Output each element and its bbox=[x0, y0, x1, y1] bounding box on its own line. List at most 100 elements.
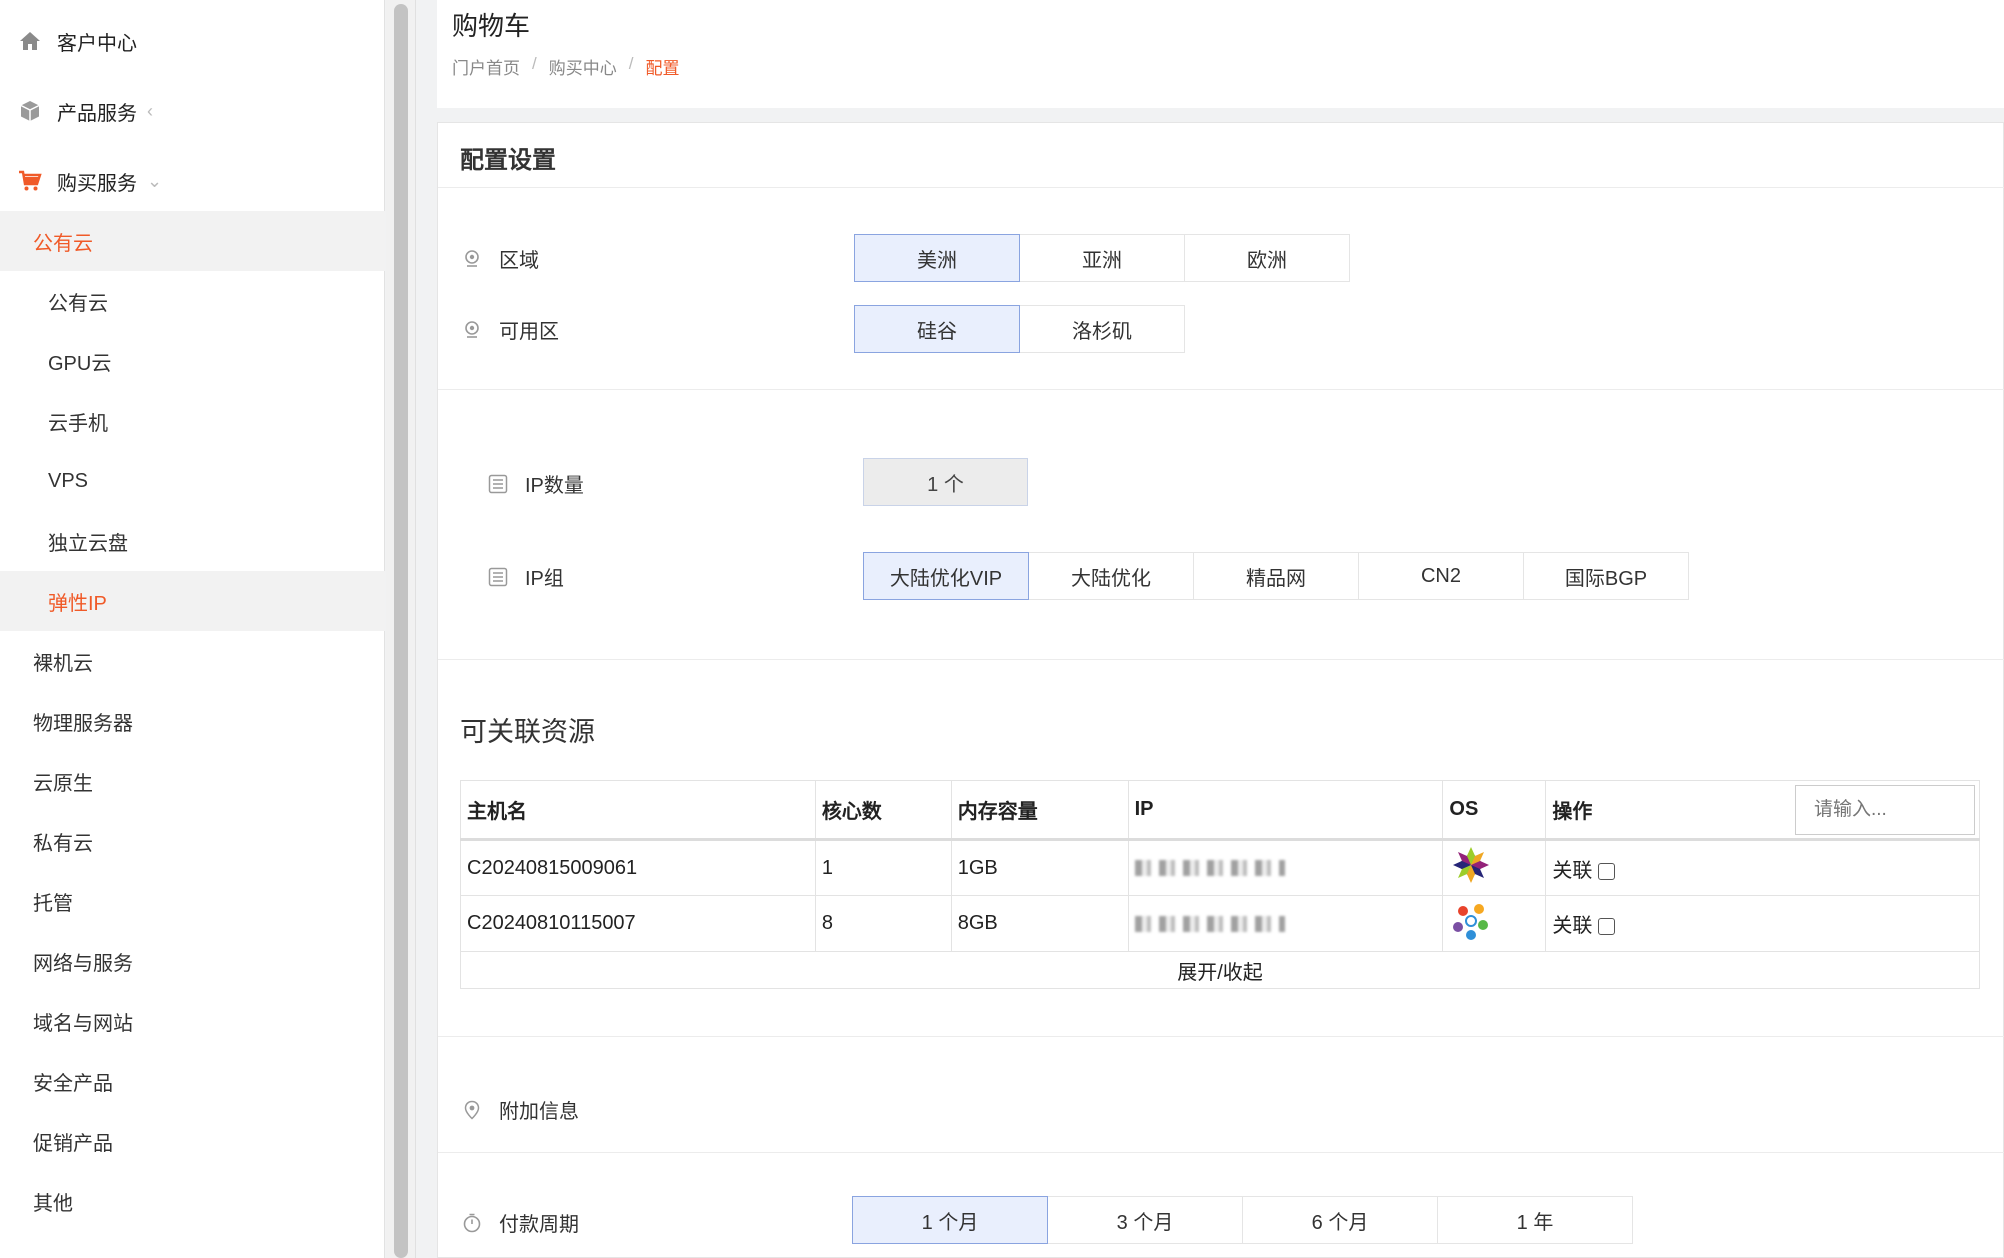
breadcrumb-separator: / bbox=[628, 54, 634, 73]
sidebar-item-label: 裸机云 bbox=[33, 652, 93, 675]
sidebar-item-bare-metal[interactable]: 裸机云 bbox=[0, 631, 385, 691]
ip-group-option-cn2[interactable]: CN2 bbox=[1358, 552, 1524, 600]
chevron-down-icon: ⌄ bbox=[147, 170, 163, 191]
table-row: C20240815009061 1 1GB 关联 bbox=[460, 839, 1980, 896]
cell-cores: 8 bbox=[814, 895, 952, 952]
timer-icon bbox=[462, 1213, 482, 1233]
box-icon bbox=[17, 98, 43, 124]
ip-group-option-mainland[interactable]: 大陆优化 bbox=[1028, 552, 1194, 600]
sidebar-item-product-services[interactable]: 产品服务 ‹ bbox=[0, 81, 385, 141]
extra-info-label: 附加信息 bbox=[462, 1095, 579, 1124]
sidebar-item-public-cloud[interactable]: 公有云 bbox=[0, 271, 385, 331]
centos-icon bbox=[1449, 847, 1493, 892]
sidebar-item-label: 云原生 bbox=[33, 772, 93, 795]
divider bbox=[438, 389, 2004, 390]
sidebar-item-label: 云手机 bbox=[48, 412, 108, 435]
cell-ip bbox=[1127, 895, 1444, 952]
payment-option-1-month[interactable]: 1 个月 bbox=[852, 1196, 1048, 1244]
sidebar-item-label: 独立云盘 bbox=[48, 532, 128, 555]
config-panel bbox=[437, 122, 2004, 1258]
sidebar-item-security[interactable]: 安全产品 bbox=[0, 1051, 385, 1111]
zone-label-text: 可用区 bbox=[499, 321, 559, 343]
associate-checkbox[interactable] bbox=[1598, 862, 1616, 880]
region-option-asia[interactable]: 亚洲 bbox=[1019, 234, 1185, 282]
cell-hostname: C20240815009061 bbox=[460, 839, 816, 896]
page-title: 购物车 bbox=[452, 11, 531, 41]
region-option-europe[interactable]: 欧洲 bbox=[1184, 234, 1350, 282]
sidebar-item-public-cloud-group[interactable]: 公有云 bbox=[0, 211, 385, 271]
redacted-ip bbox=[1134, 915, 1285, 932]
sidebar-item-cloud-native[interactable]: 云原生 bbox=[0, 751, 385, 811]
sidebar-item-cloud-disk[interactable]: 独立云盘 bbox=[0, 511, 385, 571]
sidebar-item-elastic-ip[interactable]: 弹性IP bbox=[0, 571, 385, 631]
payment-cycle-label: 付款周期 bbox=[462, 1208, 579, 1237]
column-memory[interactable]: 内存容量 bbox=[950, 780, 1129, 841]
associate-checkbox[interactable] bbox=[1598, 918, 1616, 936]
cell-os bbox=[1442, 839, 1547, 896]
scrollbar-thumb[interactable] bbox=[394, 4, 408, 1258]
sidebar-item-physical-server[interactable]: 物理服务器 bbox=[0, 691, 385, 751]
expand-row: 展开/收起 bbox=[460, 951, 1980, 989]
sidebar-item-customer-center[interactable]: 客户中心 bbox=[0, 11, 385, 71]
sidebar-item-label: VPS bbox=[48, 469, 89, 492]
payment-option-3-months[interactable]: 3 个月 bbox=[1047, 1196, 1243, 1244]
column-ip[interactable]: IP bbox=[1127, 780, 1444, 841]
ip-group-option-premium[interactable]: 精品网 bbox=[1193, 552, 1359, 600]
breadcrumb-purchase-center[interactable]: 购买中心 bbox=[549, 54, 617, 79]
ip-group-option-mainland-vip[interactable]: 大陆优化VIP bbox=[863, 552, 1029, 600]
sidebar-item-label: 购买服务 bbox=[57, 172, 137, 195]
expand-collapse-toggle[interactable]: 展开/收起 bbox=[460, 951, 1980, 989]
column-os[interactable]: OS bbox=[1442, 780, 1547, 841]
sidebar-item-label: 客户中心 bbox=[57, 32, 137, 55]
sidebar-item-purchase-services[interactable]: 购买服务 ⌄ bbox=[0, 151, 385, 211]
location-pin-icon bbox=[462, 249, 482, 269]
sidebar-item-gpu-cloud[interactable]: GPU云 bbox=[0, 331, 385, 391]
breadcrumb: 门户首页 / 购买中心 / 配置 bbox=[452, 54, 679, 79]
chevron-left-icon: ‹ bbox=[147, 100, 153, 121]
table-row: C20240810115007 8 8GB 关联 bbox=[460, 895, 1980, 952]
cell-memory: 1GB bbox=[950, 839, 1129, 896]
sidebar-item-promotions[interactable]: 促销产品 bbox=[0, 1111, 385, 1171]
sidebar: 客户中心 产品服务 ‹ 购买服务 ⌄ 公有云 公有云 GPU云 云手机 VPS … bbox=[0, 0, 385, 1258]
home-icon bbox=[17, 28, 43, 54]
sidebar-item-domain[interactable]: 域名与网站 bbox=[0, 991, 385, 1051]
sidebar-item-label: 弹性IP bbox=[48, 592, 107, 615]
sidebar-item-label: 网络与服务 bbox=[33, 952, 133, 975]
cell-action: 关联 bbox=[1545, 895, 1980, 952]
ip-count-field[interactable]: 1 个 bbox=[863, 458, 1028, 506]
region-option-americas[interactable]: 美洲 bbox=[854, 234, 1020, 282]
breadcrumb-home[interactable]: 门户首页 bbox=[452, 54, 520, 79]
column-action: 操作 bbox=[1545, 780, 1980, 841]
location-pin-icon bbox=[462, 320, 482, 340]
column-cores[interactable]: 核心数 bbox=[814, 780, 952, 841]
region-label-text: 区域 bbox=[499, 250, 539, 272]
ip-group-selector: 大陆优化VIP 大陆优化 精品网 CN2 国际BGP bbox=[863, 552, 1689, 600]
payment-option-1-year[interactable]: 1 年 bbox=[1437, 1196, 1633, 1244]
payment-option-6-months[interactable]: 6 个月 bbox=[1242, 1196, 1438, 1244]
sidebar-item-label: 其他 bbox=[33, 1192, 73, 1215]
column-hostname[interactable]: 主机名 bbox=[460, 780, 816, 841]
sidebar-item-label: 私有云 bbox=[33, 832, 93, 855]
sidebar-item-vps[interactable]: VPS bbox=[0, 451, 385, 511]
cell-memory: 8GB bbox=[950, 895, 1129, 952]
ip-group-option-intl-bgp[interactable]: 国际BGP bbox=[1523, 552, 1689, 600]
payment-cycle-label-text: 付款周期 bbox=[499, 1214, 579, 1236]
region-label: 区域 bbox=[462, 244, 539, 273]
sidebar-item-label: 公有云 bbox=[33, 232, 93, 255]
sidebar-item-network[interactable]: 网络与服务 bbox=[0, 931, 385, 991]
sidebar-item-label: 安全产品 bbox=[33, 1072, 113, 1095]
sidebar-item-other[interactable]: 其他 bbox=[0, 1171, 385, 1231]
extra-info-label-text: 附加信息 bbox=[499, 1101, 579, 1123]
zone-option-los-angeles[interactable]: 洛杉矶 bbox=[1019, 305, 1185, 353]
sidebar-item-label: 公有云 bbox=[48, 292, 108, 315]
zone-option-silicon-valley[interactable]: 硅谷 bbox=[854, 305, 1020, 353]
table-search-input[interactable] bbox=[1795, 785, 1975, 835]
breadcrumb-current: 配置 bbox=[645, 59, 680, 78]
sidebar-item-label: 物理服务器 bbox=[33, 712, 133, 735]
cart-icon bbox=[17, 168, 43, 194]
sidebar-item-private-cloud[interactable]: 私有云 bbox=[0, 811, 385, 871]
payment-cycle-selector: 1 个月 3 个月 6 个月 1 年 bbox=[852, 1196, 1633, 1244]
sidebar-item-cloud-phone[interactable]: 云手机 bbox=[0, 391, 385, 451]
sidebar-item-hosting[interactable]: 托管 bbox=[0, 871, 385, 931]
zone-selector: 硅谷 洛杉矶 bbox=[854, 305, 1185, 353]
